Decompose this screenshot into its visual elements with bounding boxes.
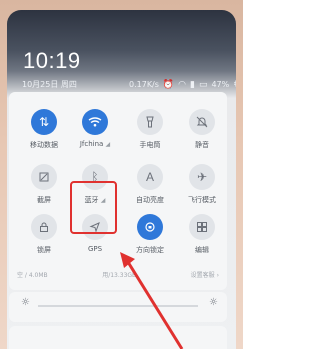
- pointer-arrow: [120, 252, 184, 349]
- phone-frame: 10:19 10月25日 周四 0.17K/s ⏰ ◠ ▮ ▭ 47% ⚙ ⇅ …: [0, 0, 243, 349]
